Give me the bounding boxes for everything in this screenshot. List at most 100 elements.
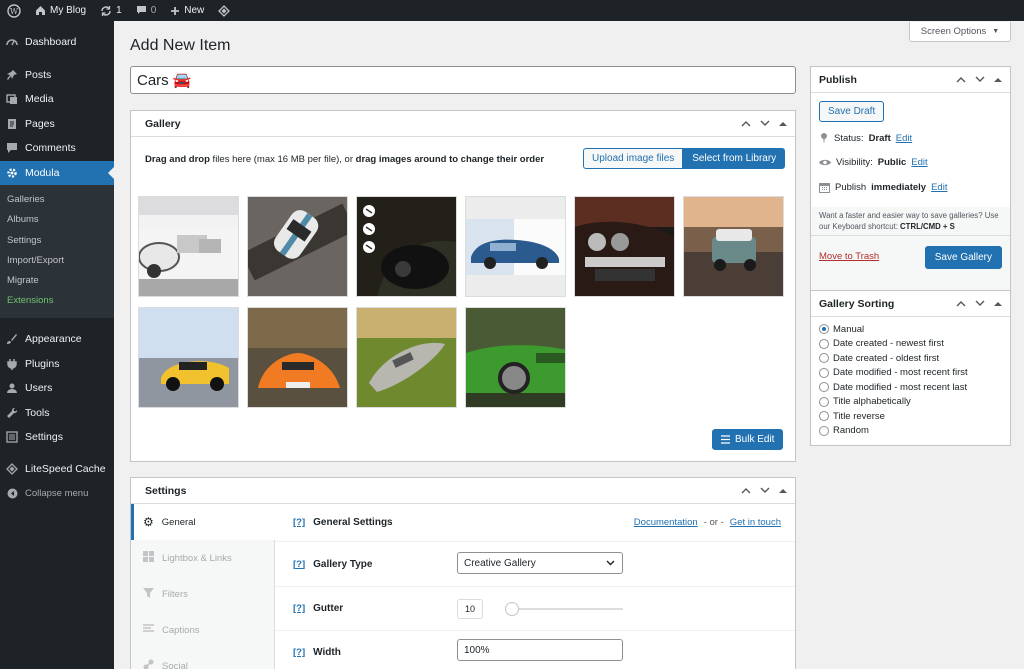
sort-option-title-reverse[interactable]: Title reverse — [819, 409, 968, 424]
move-down-icon[interactable] — [975, 298, 985, 310]
menu-tools[interactable]: Tools — [0, 400, 114, 425]
move-up-icon[interactable] — [741, 118, 751, 130]
bulk-edit-label: Bulk Edit — [735, 434, 775, 445]
submenu-albums[interactable]: Albums — [0, 210, 114, 230]
gallery-thumbnail[interactable] — [138, 307, 239, 408]
gear-icon — [6, 167, 18, 179]
width-input[interactable]: 100% — [457, 639, 623, 661]
collapse-toggle-icon[interactable] — [779, 485, 787, 497]
menu-users[interactable]: Users — [0, 376, 114, 401]
submenu-migrate[interactable]: Migrate — [0, 271, 114, 291]
menu-appearance[interactable]: Appearance — [0, 327, 114, 352]
tab-label: Social — [162, 660, 188, 669]
submenu-galleries[interactable]: Galleries — [0, 190, 114, 210]
item-title-input[interactable]: Cars 🚘 — [130, 66, 796, 94]
gallery-thumbnail[interactable] — [247, 307, 348, 408]
menu-plugins[interactable]: Plugins — [0, 351, 114, 376]
tab-captions[interactable]: Captions — [131, 612, 274, 648]
help-link[interactable]: [?] — [293, 517, 305, 528]
chevron-down-icon — [606, 560, 615, 566]
move-down-icon[interactable] — [975, 74, 985, 86]
move-up-icon[interactable] — [956, 74, 966, 86]
radio-button[interactable] — [819, 396, 829, 407]
upload-image-files-button[interactable]: Upload image files — [583, 148, 684, 169]
gallery-thumbnail[interactable] — [574, 196, 675, 297]
bulk-edit-button[interactable]: Bulk Edit — [712, 429, 784, 450]
menu-dashboard[interactable]: Dashboard — [0, 30, 114, 55]
radio-button[interactable] — [819, 353, 829, 364]
calendar-icon — [819, 183, 830, 193]
move-up-icon[interactable] — [741, 485, 751, 497]
site-name-link[interactable]: My Blog — [28, 0, 93, 21]
radio-selected[interactable] — [819, 324, 829, 335]
gallery-thumbnail[interactable] — [247, 196, 348, 297]
get-in-touch-link[interactable]: Get in touch — [730, 517, 781, 528]
pin-icon — [821, 133, 827, 144]
radio-button[interactable] — [819, 425, 829, 436]
collapse-toggle-icon[interactable] — [994, 74, 1002, 86]
gallery-thumbnail[interactable] — [356, 196, 457, 297]
tab-lightbox-links[interactable]: Lightbox & Links — [131, 540, 274, 576]
gallery-thumbnail[interactable] — [138, 196, 239, 297]
menu-settings[interactable]: Settings — [0, 425, 114, 450]
radio-button[interactable] — [819, 411, 829, 422]
menu-collapse[interactable]: Collapse menu — [0, 481, 114, 506]
gallery-thumbnail[interactable] — [465, 307, 566, 408]
gutter-input[interactable]: 10 — [457, 599, 483, 619]
move-to-trash-link[interactable]: Move to Trash — [819, 251, 879, 262]
help-link[interactable]: [?] — [293, 647, 305, 658]
sort-option-date-modified-recent-first[interactable]: Date modified - most recent first — [819, 366, 968, 381]
gallery-type-select[interactable]: Creative Gallery — [457, 552, 623, 574]
collapse-toggle-icon[interactable] — [779, 118, 787, 130]
menu-posts[interactable]: Posts — [0, 63, 114, 88]
select-from-library-button[interactable]: Select from Library — [683, 148, 786, 169]
save-draft-button[interactable]: Save Draft — [819, 101, 885, 122]
help-link[interactable]: [?] — [293, 559, 305, 570]
tab-general[interactable]: ⚙ General — [131, 504, 275, 540]
help-link[interactable]: [?] — [293, 603, 305, 614]
gallery-thumbnail[interactable] — [465, 196, 566, 297]
move-down-icon[interactable] — [760, 118, 770, 130]
publish-label: Publish — [835, 182, 867, 193]
menu-pages[interactable]: Pages — [0, 112, 114, 137]
sort-option-date-modified-recent-last[interactable]: Date modified - most recent last — [819, 380, 968, 395]
edit-visibility-link[interactable]: Edit — [911, 157, 927, 168]
collapse-toggle-icon[interactable] — [994, 298, 1002, 310]
sort-option-manual[interactable]: Manual — [819, 322, 968, 337]
menu-modula[interactable]: Modula — [0, 160, 114, 185]
edit-date-link[interactable]: Edit — [931, 182, 947, 193]
menu-litespeed-cache[interactable]: LiteSpeed Cache — [0, 456, 114, 481]
tab-filters[interactable]: Filters — [131, 576, 274, 612]
general-settings-heading: General Settings — [313, 517, 393, 528]
menu-media[interactable]: Media — [0, 87, 114, 112]
menu-comments[interactable]: Comments — [0, 136, 114, 161]
radio-button[interactable] — [819, 367, 829, 378]
comments-link[interactable]: 0 — [129, 0, 164, 21]
wordpress-logo-icon[interactable]: W — [0, 0, 28, 21]
new-content-link[interactable]: New — [163, 0, 211, 21]
submenu-import-export[interactable]: Import/Export — [0, 251, 114, 271]
gallery-thumbnail[interactable] — [683, 196, 784, 297]
move-up-icon[interactable] — [956, 298, 966, 310]
submenu-extensions[interactable]: Extensions — [0, 291, 114, 311]
documentation-link[interactable]: Documentation — [634, 517, 698, 528]
sort-option-date-created-newest[interactable]: Date created - newest first — [819, 337, 968, 352]
status-value: Draft — [868, 133, 891, 144]
sort-option-title-alphabetically[interactable]: Title alphabetically — [819, 395, 968, 410]
gallery-thumbnail[interactable] — [356, 307, 457, 408]
save-gallery-button[interactable]: Save Gallery — [924, 246, 1002, 269]
updates-link[interactable]: 1 — [93, 0, 129, 21]
edit-status-link[interactable]: Edit — [896, 133, 912, 144]
gutter-slider-handle[interactable] — [505, 602, 519, 616]
radio-button[interactable] — [819, 382, 829, 393]
move-down-icon[interactable] — [760, 485, 770, 497]
tab-social[interactable]: Social — [131, 648, 274, 669]
sort-option-random[interactable]: Random — [819, 424, 968, 439]
screen-options-button[interactable]: Screen Options ▼ — [909, 22, 1011, 42]
sort-option-date-created-oldest[interactable]: Date created - oldest first — [819, 351, 968, 366]
submenu-settings[interactable]: Settings — [0, 231, 114, 251]
gutter-slider-track[interactable] — [507, 608, 623, 610]
menu-label: Pages — [25, 117, 55, 130]
litespeed-icon[interactable] — [211, 0, 237, 21]
radio-button[interactable] — [819, 338, 829, 349]
